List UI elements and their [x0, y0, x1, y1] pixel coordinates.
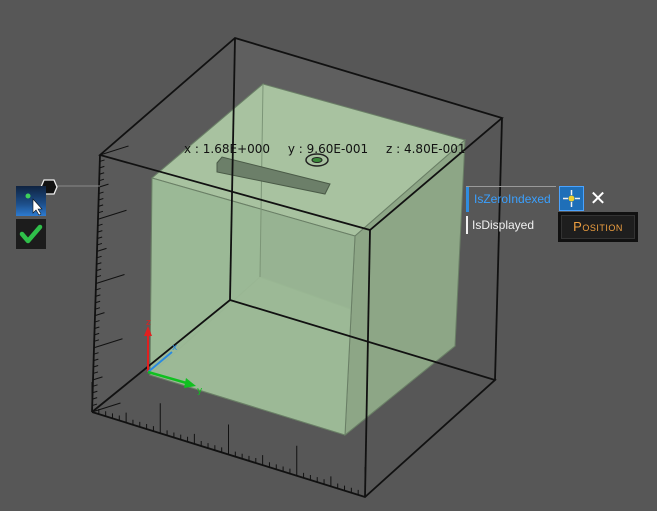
cursor-select-icon: [25, 193, 43, 216]
coord-z: z : 4.80E-001: [386, 142, 466, 156]
select-tool-button[interactable]: [16, 186, 46, 216]
property-list: IsZeroIndexed IsDisplayed: [466, 186, 556, 238]
close-icon[interactable]: ✕: [588, 188, 608, 208]
position-button-label: Position: [561, 215, 635, 239]
checkmark-icon: [19, 224, 43, 244]
move-gizmo-icon: [563, 190, 580, 207]
property-item-iszeroindexed[interactable]: IsZeroIndexed: [466, 186, 556, 212]
coord-x: x : 1.68E+000: [184, 142, 271, 156]
z-axis-label: z: [146, 318, 151, 328]
coordinate-readout: x : 1.68E+000 y : 9.60E-001 z : 4.80E-00…: [184, 142, 480, 156]
position-button[interactable]: Position: [558, 212, 638, 242]
tool-palette: [16, 186, 46, 252]
coord-y: y : 9.60E-001: [287, 142, 369, 156]
property-label: IsDisplayed: [466, 216, 534, 234]
y-axis-label: y: [197, 386, 203, 396]
property-item-isdisplayed[interactable]: IsDisplayed: [466, 212, 551, 238]
divider: [466, 186, 556, 187]
confirm-button[interactable]: [16, 219, 46, 249]
x-axis-label: x: [172, 343, 178, 353]
property-label: IsZeroIndexed: [466, 186, 551, 212]
move-gizmo-button[interactable]: [559, 186, 584, 211]
3d-viewport[interactable]: z y x: [0, 0, 657, 511]
